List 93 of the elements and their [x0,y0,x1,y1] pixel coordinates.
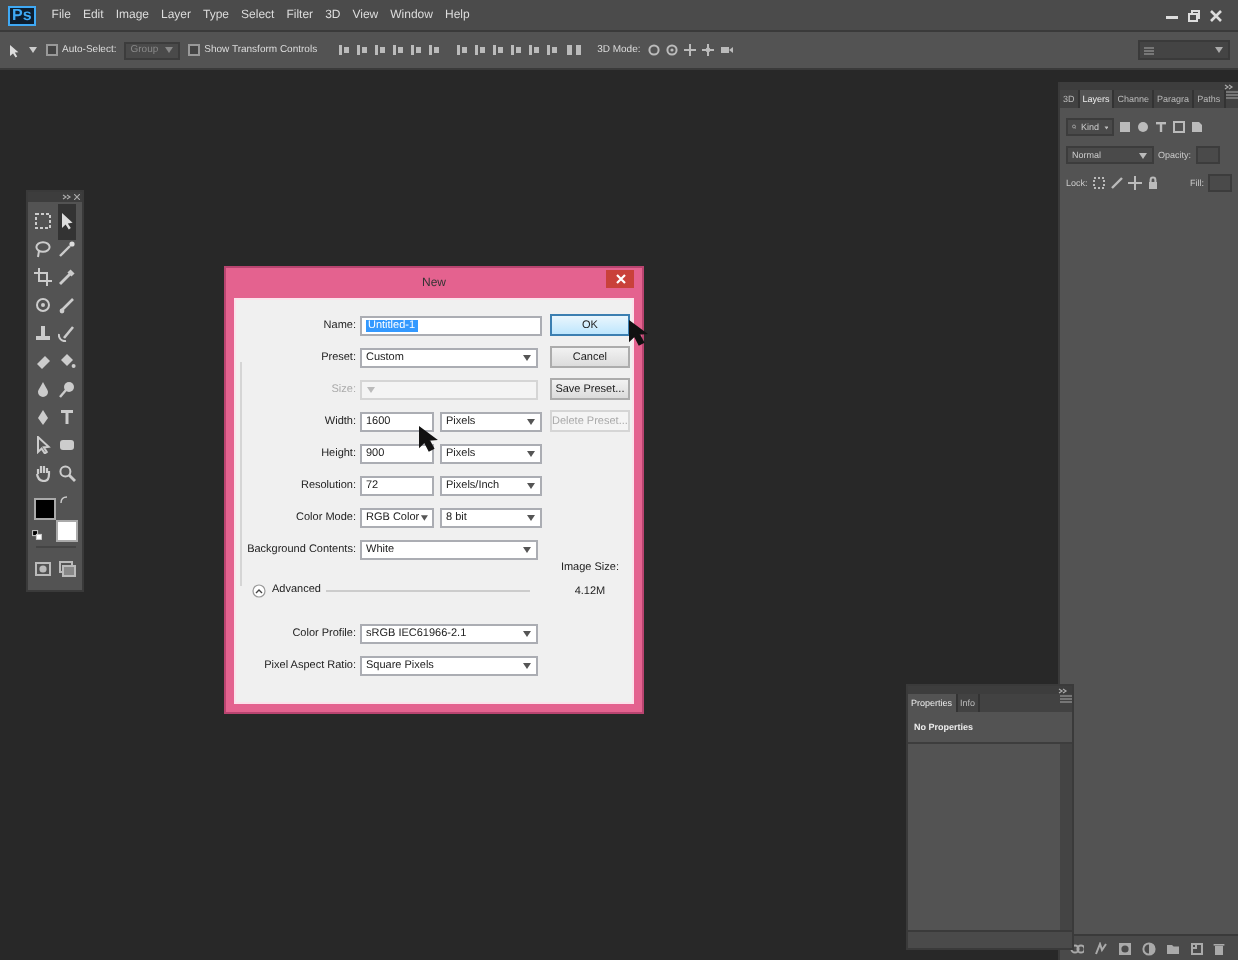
panel-menu-icon[interactable] [1226,90,1238,100]
caret-icon [522,630,532,638]
cursor-arrow-icon [628,320,648,346]
type-tool-icon[interactable] [58,408,76,426]
caret-icon [28,46,38,54]
new-layer-icon[interactable] [1189,941,1204,955]
eyedropper-icon[interactable] [58,268,76,286]
close-button[interactable] [606,270,634,288]
filter-smart-object-icon[interactable] [1190,120,1204,134]
caret-icon [526,450,536,458]
filter-type-icon[interactable] [1154,120,1168,134]
caret-icon [366,386,376,394]
filter-adjustment-icon[interactable] [1136,120,1150,134]
align-icon[interactable] [527,44,540,56]
quick-mask-icon[interactable] [34,559,52,577]
history-brush-icon[interactable] [58,324,76,342]
swap-colors-icon[interactable] [59,496,67,504]
align-icon[interactable] [337,44,350,56]
collapse-icon[interactable] [1058,687,1068,693]
align-icon[interactable] [373,44,386,56]
collapse-icon[interactable] [1224,83,1234,89]
crop-icon[interactable] [34,268,52,286]
caret-icon [522,662,532,670]
menu-icon [1144,45,1154,55]
lock-icon[interactable] [1145,176,1160,190]
stamp-icon[interactable] [34,324,52,342]
align-icon[interactable] [455,44,468,56]
video-camera-icon[interactable] [720,44,735,56]
checkbox[interactable] [188,44,201,56]
roll-icon[interactable] [666,44,679,56]
align-icon[interactable] [473,44,486,56]
bandage-icon[interactable] [34,296,52,314]
collapse-icon[interactable] [62,194,72,200]
hand-icon[interactable] [34,464,52,482]
app-logo: Ps [8,5,36,25]
align-icon[interactable] [509,44,522,56]
filter-pixel-icon[interactable] [1118,120,1132,134]
caret-icon [522,354,532,362]
checkbox[interactable] [46,44,58,56]
mask-icon[interactable] [1118,941,1133,955]
workspace-dropdown[interactable] [1138,40,1230,60]
wand-icon[interactable] [58,240,76,258]
align-icon[interactable] [545,44,558,56]
restore-icon[interactable] [1188,9,1200,21]
distribute-icon[interactable] [565,44,582,56]
cursor-arrow-icon [418,426,438,452]
eraser-icon[interactable] [34,352,52,370]
bucket-icon[interactable] [58,352,76,370]
caret-icon [526,482,536,490]
marquee-icon[interactable] [34,212,52,230]
lock-brush-icon[interactable] [1109,176,1124,190]
lock-pixels-icon[interactable] [1091,176,1106,190]
brush-icon[interactable] [58,296,76,314]
zoom-icon[interactable] [58,464,76,482]
screen-mode-icon[interactable] [58,559,76,577]
caret-icon [526,418,536,426]
folder-icon[interactable] [1165,941,1180,955]
rotate-icon[interactable] [648,44,661,56]
pen-icon[interactable] [34,408,52,426]
align-icon[interactable] [491,44,504,56]
caret-icon [1214,46,1224,54]
move-icon[interactable] [58,212,76,230]
align-icon[interactable] [409,44,422,56]
close-icon [615,274,625,284]
move-tool-icon[interactable] [8,43,22,57]
caret-icon [526,514,536,522]
path-select-icon[interactable] [34,436,52,454]
panel-menu-icon[interactable] [1060,694,1072,704]
shape-icon[interactable] [58,436,76,454]
lasso-icon[interactable] [34,240,52,258]
scrollbar[interactable] [1060,744,1072,930]
close-icon[interactable] [74,194,80,200]
caret-icon [1138,151,1148,159]
collapse-chevron-icon[interactable] [252,583,266,597]
align-icon[interactable] [427,44,440,56]
caret-icon [522,546,532,554]
trash-icon[interactable] [1212,941,1227,955]
pan-icon[interactable] [684,44,697,56]
lock-position-icon[interactable] [1127,176,1142,190]
background-color-swatch[interactable] [55,520,77,542]
caret-icon [164,46,175,54]
link-icon[interactable] [1070,941,1085,955]
align-icon[interactable] [355,44,368,56]
effects-icon[interactable] [1094,941,1109,955]
default-colors-icon[interactable] [31,530,41,540]
foreground-color-swatch[interactable] [33,498,55,520]
dodge-icon[interactable] [58,380,76,398]
adjustment-icon[interactable] [1141,941,1156,955]
align-icon[interactable] [391,44,404,56]
caret-icon [419,514,428,522]
slide-icon[interactable] [702,44,715,56]
drop-icon[interactable] [34,380,52,398]
filter-shape-icon[interactable] [1172,120,1186,134]
